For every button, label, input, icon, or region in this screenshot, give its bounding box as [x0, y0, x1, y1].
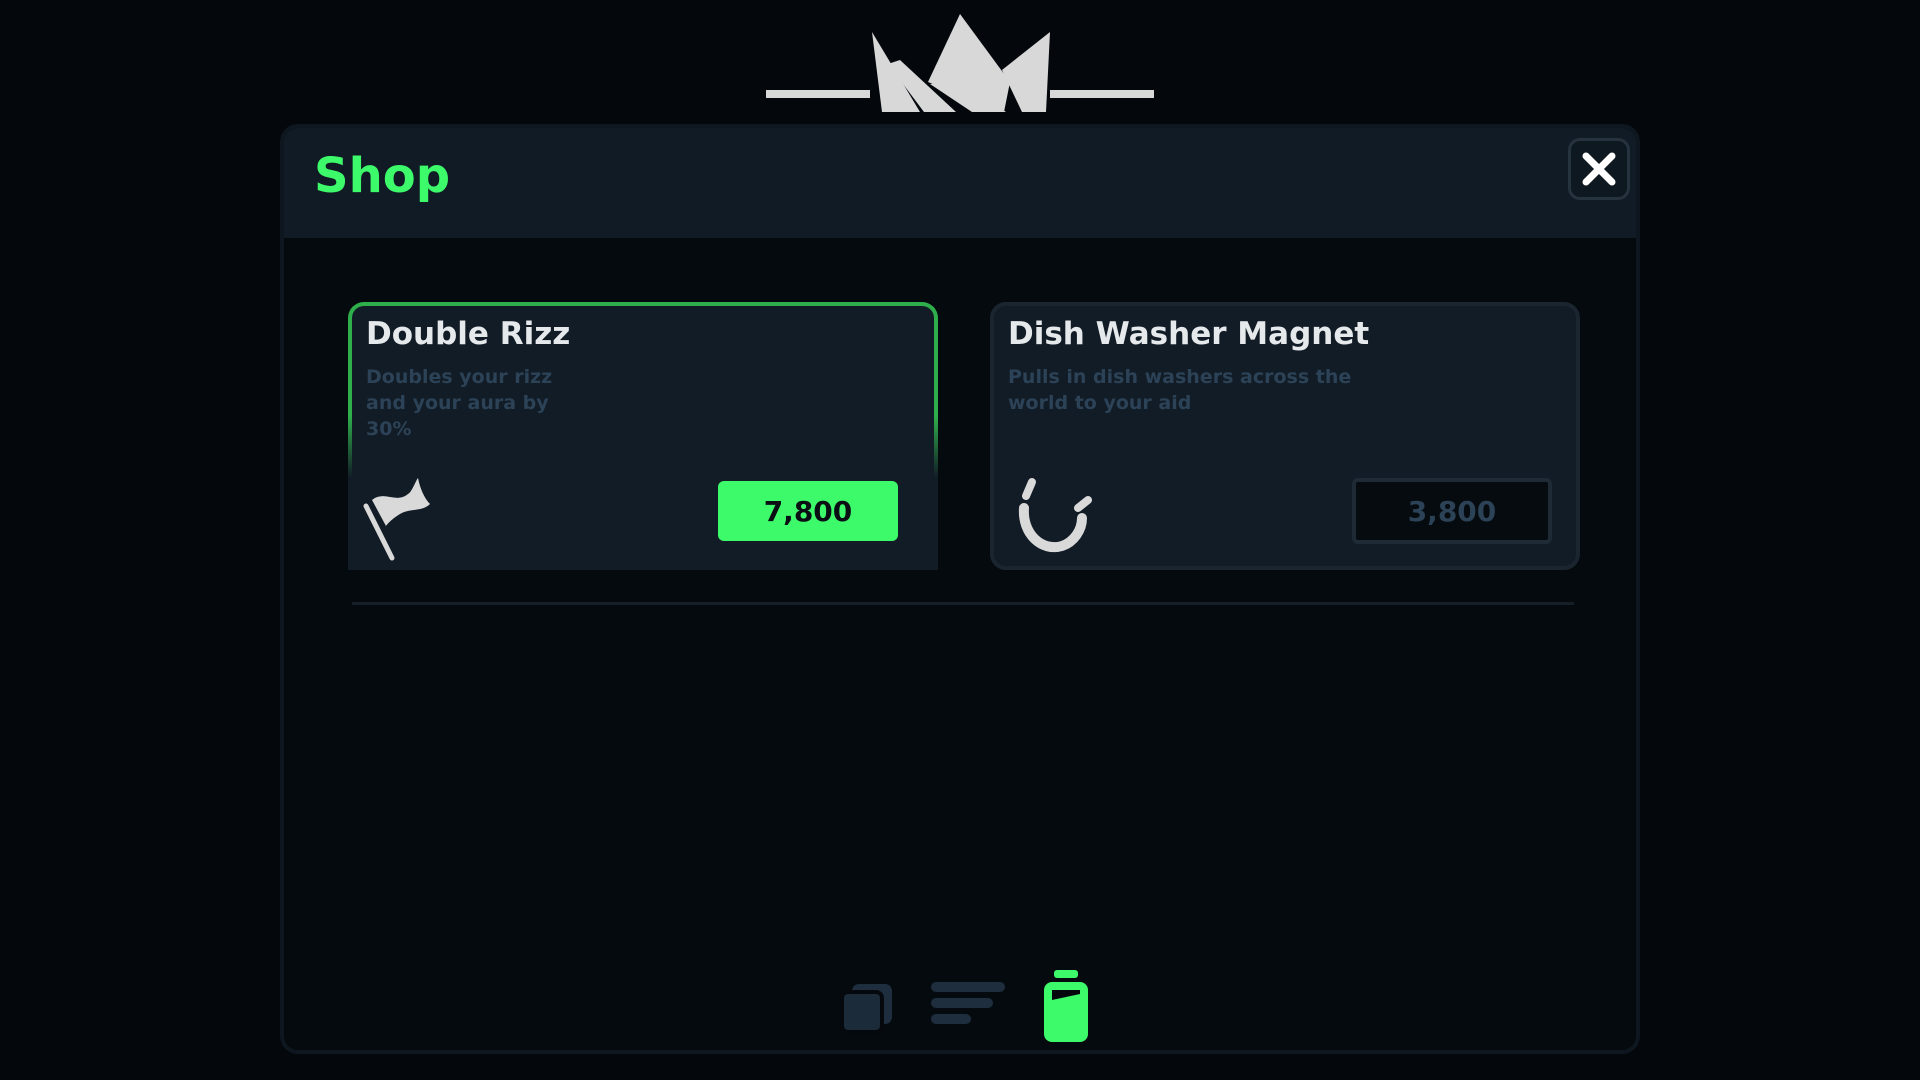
tab-shop[interactable] [1026, 968, 1106, 1048]
shop-item-double-rizz[interactable]: Double Rizz Doubles your rizz and your a… [348, 302, 938, 570]
cards-icon [840, 984, 892, 1034]
shop-modal: Shop Double Rizz Doubles your rizz and y… [280, 124, 1640, 1054]
game-screen: Shop Double Rizz Doubles your rizz and y… [0, 0, 1920, 1080]
buy-button[interactable]: 7,800 [718, 481, 898, 541]
item-description: Doubles your rizz and your aura by 30% [366, 366, 553, 440]
tab-cards[interactable] [824, 968, 904, 1048]
close-icon [1582, 152, 1616, 186]
item-description: Pulls in dish washers across the world t… [1008, 366, 1352, 414]
buy-button-locked[interactable]: 3,800 [1352, 478, 1552, 544]
magnet-icon [1018, 478, 1092, 553]
bottom-nav [284, 968, 1636, 1048]
page-title: Shop [314, 148, 451, 204]
jar-icon [1044, 970, 1088, 1042]
close-button[interactable] [1568, 138, 1630, 200]
tab-list[interactable] [919, 968, 1019, 1048]
item-name: Dish Washer Magnet [1008, 316, 1370, 352]
flag-icon [363, 478, 430, 561]
item-name: Double Rizz [366, 316, 571, 352]
shop-item-dish-washer-magnet[interactable]: Dish Washer Magnet Pulls in dish washers… [990, 302, 1580, 570]
divider [352, 602, 1574, 605]
modal-header: Shop [284, 128, 1636, 238]
list-icon [931, 982, 1005, 1024]
crown-icon [766, 14, 1154, 112]
